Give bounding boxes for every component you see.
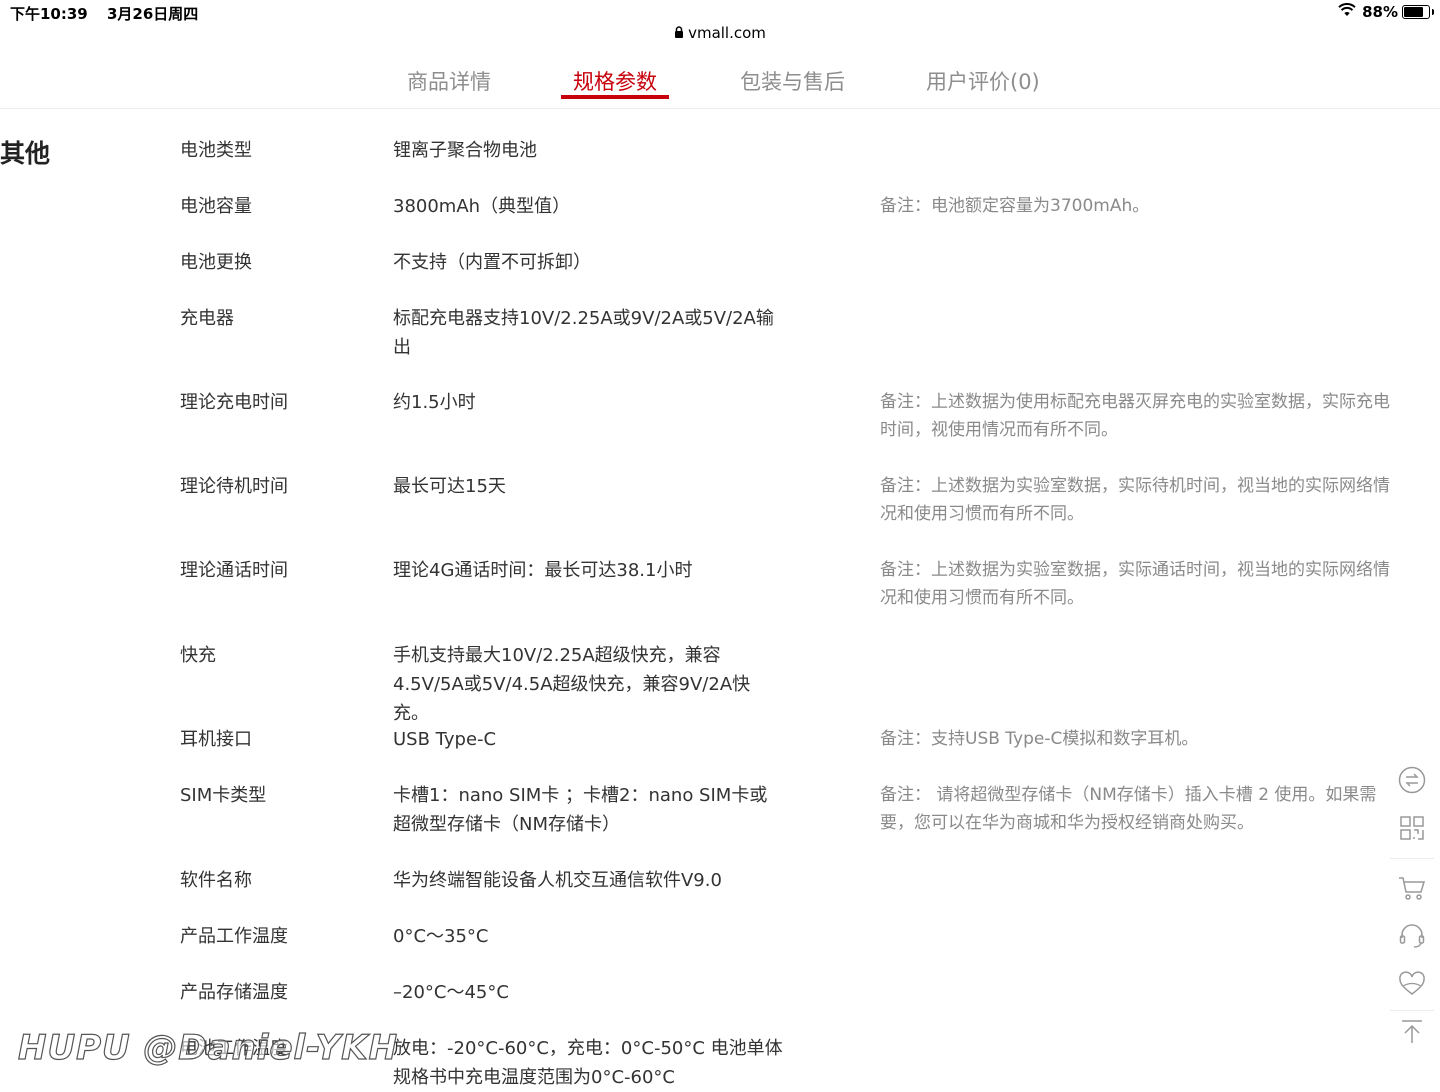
spec-note: 备注： 请将超微型存储卡（NM存储卡）插入卡槽 2 使用。如果需要，您可以在华为… <box>880 785 1377 833</box>
spec-value: 手机支持最大10V/2.25A超级快充，兼容4.5V/5A或5V/4.5A超级快… <box>393 645 751 724</box>
spec-label: 产品存储温度 <box>180 982 288 1003</box>
battery-percent: 88% <box>1362 3 1398 21</box>
tab-product-details[interactable]: 商品详情 <box>407 66 491 96</box>
cart-icon[interactable] <box>1398 874 1426 902</box>
battery-fill <box>1404 7 1424 17</box>
spec-note: 备注：电池额定容量为3700mAh。 <box>880 196 1150 216</box>
status-left: 下午10:39 3月26日周四 <box>10 3 212 24</box>
wifi-icon <box>1338 3 1356 21</box>
status-date: 3月26日周四 <box>106 5 199 23</box>
spec-label: 软件名称 <box>180 870 252 891</box>
spec-value: 放电：-20°C-60°C，充电：0°C-50°C 电池单体规格书中充电温度范围… <box>393 1038 783 1088</box>
active-tab-indicator <box>561 95 669 99</box>
favorite-heart-icon[interactable] <box>1398 970 1426 998</box>
battery-icon <box>1402 5 1434 19</box>
spec-label: SIM卡类型 <box>180 785 267 806</box>
tab-specifications[interactable]: 规格参数 <box>573 66 657 96</box>
spec-value: 约1.5小时 <box>393 392 476 413</box>
section-title: 其他 <box>0 139 51 168</box>
spec-value: 不支持（内置不可拆卸） <box>393 252 591 273</box>
spec-label: 理论待机时间 <box>180 476 288 497</box>
status-time: 下午10:39 <box>10 5 88 23</box>
spec-value: 卡槽1：nano SIM卡 ；卡槽2：nano SIM卡或超微型存储卡（NM存储… <box>393 785 768 835</box>
tab-packaging-service[interactable]: 包装与售后 <box>740 66 845 96</box>
compare-icon[interactable] <box>1398 766 1426 794</box>
status-right: 88% <box>1338 3 1434 21</box>
spec-label: 产品工作温度 <box>180 926 288 947</box>
toolbar-divider <box>1390 858 1434 859</box>
watermark: HUPU @Daniel-YKH <box>17 1027 399 1068</box>
back-to-top-icon[interactable] <box>1398 1018 1426 1046</box>
spec-value: 华为终端智能设备人机交互通信软件V9.0 <box>393 870 722 891</box>
spec-label: 电池更换 <box>180 252 252 273</box>
toolbar-divider <box>1390 1010 1434 1011</box>
spec-value: –20°C～45°C <box>393 982 509 1003</box>
spec-value: 最长可达15天 <box>393 476 506 497</box>
spec-value: 理论4G通话时间：最长可达38.1小时 <box>393 560 693 581</box>
spec-value: 0°C～35°C <box>393 926 489 947</box>
spec-label: 理论通话时间 <box>180 560 288 581</box>
address-bar[interactable]: vmall.com <box>0 24 1440 50</box>
qr-code-icon[interactable] <box>1398 814 1426 842</box>
spec-value: 3800mAh（典型值） <box>393 196 571 217</box>
customer-service-icon[interactable] <box>1398 922 1426 950</box>
spec-label: 快充 <box>180 645 216 666</box>
spec-note: 备注：上述数据为实验室数据，实际通话时间，视当地的实际网络情况和使用习惯而有所不… <box>880 560 1390 608</box>
spec-label: 耳机接口 <box>180 729 252 750</box>
spec-value: 锂离子聚合物电池 <box>393 140 537 161</box>
lock-icon <box>674 26 684 41</box>
url-text: vmall.com <box>688 24 766 42</box>
spec-label: 电池容量 <box>180 196 252 217</box>
spec-note: 备注：上述数据为使用标配充电器灭屏充电的实验室数据，实际充电时间，视使用情况而有… <box>880 392 1390 440</box>
spec-value: USB Type-C <box>393 729 497 750</box>
product-tabs: 商品详情 规格参数 包装与售后 用户评价(0) <box>0 52 1440 109</box>
tab-user-reviews[interactable]: 用户评价(0) <box>926 66 1040 96</box>
spec-value: 标配充电器支持10V/2.25A或9V/2A或5V/2A输出 <box>393 308 774 358</box>
spec-label: 电池类型 <box>180 140 252 161</box>
spec-label: 理论充电时间 <box>180 392 288 413</box>
spec-label: 充电器 <box>180 308 234 329</box>
spec-note: 备注：支持USB Type-C模拟和数字耳机。 <box>880 729 1199 749</box>
spec-note: 备注：上述数据为实验室数据，实际待机时间，视当地的实际网络情况和使用习惯而有所不… <box>880 476 1390 524</box>
